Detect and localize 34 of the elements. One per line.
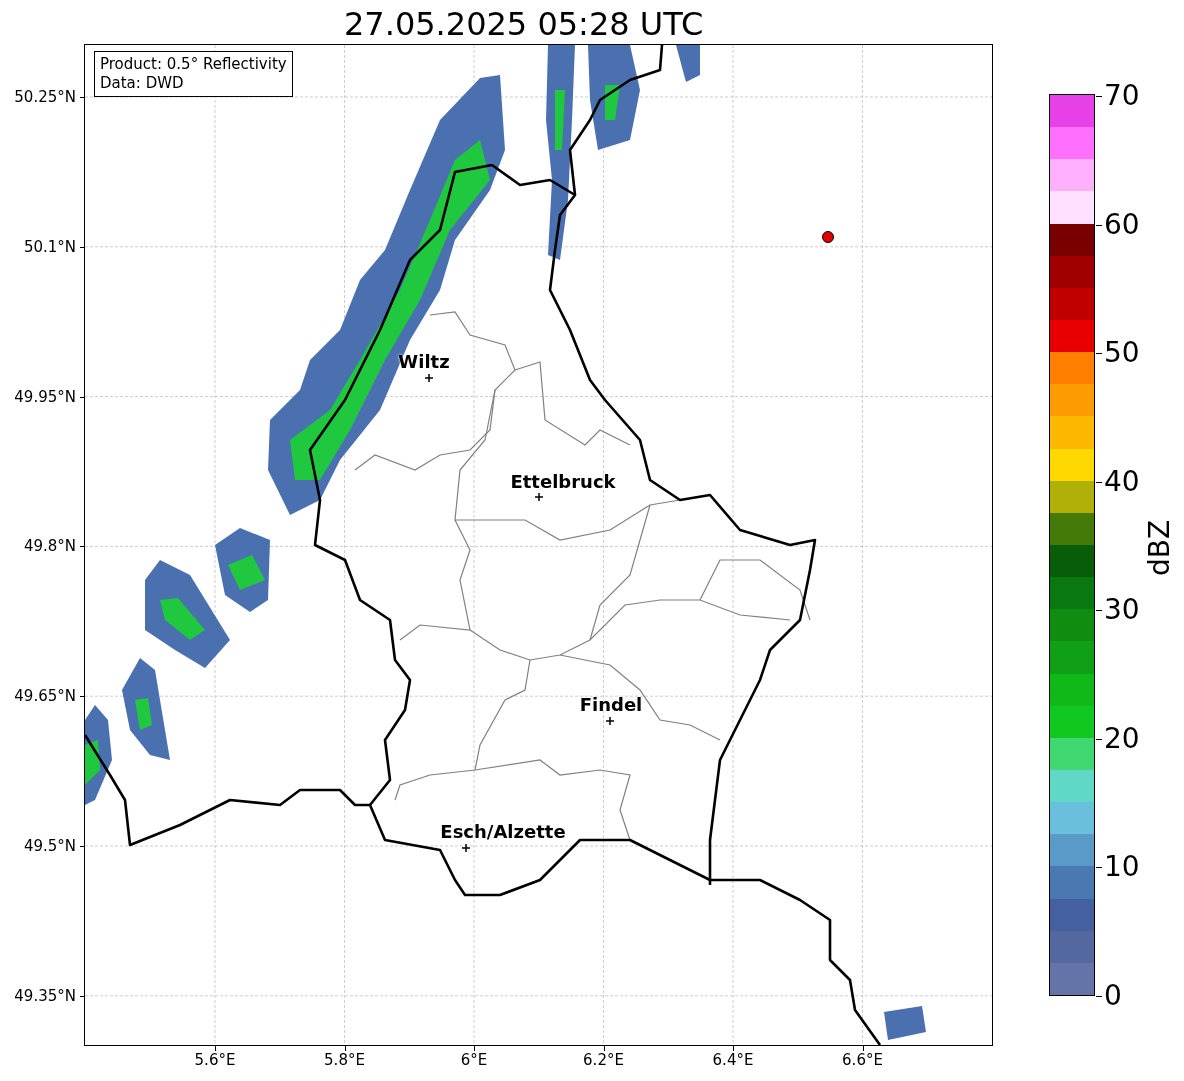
legend-text: Data: DWD [100, 74, 185, 93]
colorbar-tick-label: 20 [1104, 724, 1140, 753]
axis-tick-label: 5.6°E [194, 1053, 236, 1068]
axis-tick-label: 49.95°N [13, 389, 76, 405]
axis-tick-label: 50.1°N [22, 239, 76, 255]
axis-tick-label: 6.2°E [583, 1053, 624, 1068]
city-marker-icon [534, 492, 544, 502]
axis-tick-label: 6°E [460, 1053, 488, 1068]
axis-tick-label: 49.65°N [13, 688, 76, 704]
colorbar-label: dBZ [1146, 519, 1174, 577]
axis-tick-label: 49.5°N [22, 838, 76, 854]
colorbar-tick-label: 0 [1104, 982, 1122, 1010]
axis-tick-label: 49.35°N [13, 988, 76, 1004]
axis-tick-label: 6.4°E [712, 1053, 754, 1068]
legend-text: Product: 0.5° Reflectivity [100, 55, 287, 74]
chart-title: 27.05.2025 05:28 UTC [344, 8, 704, 40]
city-label: Wiltz [398, 353, 450, 371]
colorbar-tick-label: 70 [1104, 82, 1140, 110]
colorbar-tick-label: 40 [1104, 467, 1140, 496]
colorbar-tick-label: 60 [1104, 210, 1140, 239]
city-marker-icon [605, 716, 615, 726]
location-marker-icon [822, 231, 834, 243]
axis-tick-label: 6.6°E [842, 1053, 883, 1068]
city-label: Ettelbruck [510, 473, 616, 491]
axis-tick-label: 49.8°N [22, 538, 76, 554]
colorbar-tick-label: 10 [1104, 853, 1140, 882]
city-marker-icon [424, 373, 434, 383]
colorbar-tick-label: 50 [1104, 339, 1140, 368]
axis-tick-label: 5.8°E [324, 1053, 365, 1068]
axis-tick-label: 50.25°N [13, 89, 76, 105]
city-marker-icon [461, 843, 471, 853]
city-label: Esch/Alzette [440, 823, 566, 841]
colorbar-tick-label: 30 [1104, 596, 1140, 625]
city-label: Findel [579, 696, 643, 714]
